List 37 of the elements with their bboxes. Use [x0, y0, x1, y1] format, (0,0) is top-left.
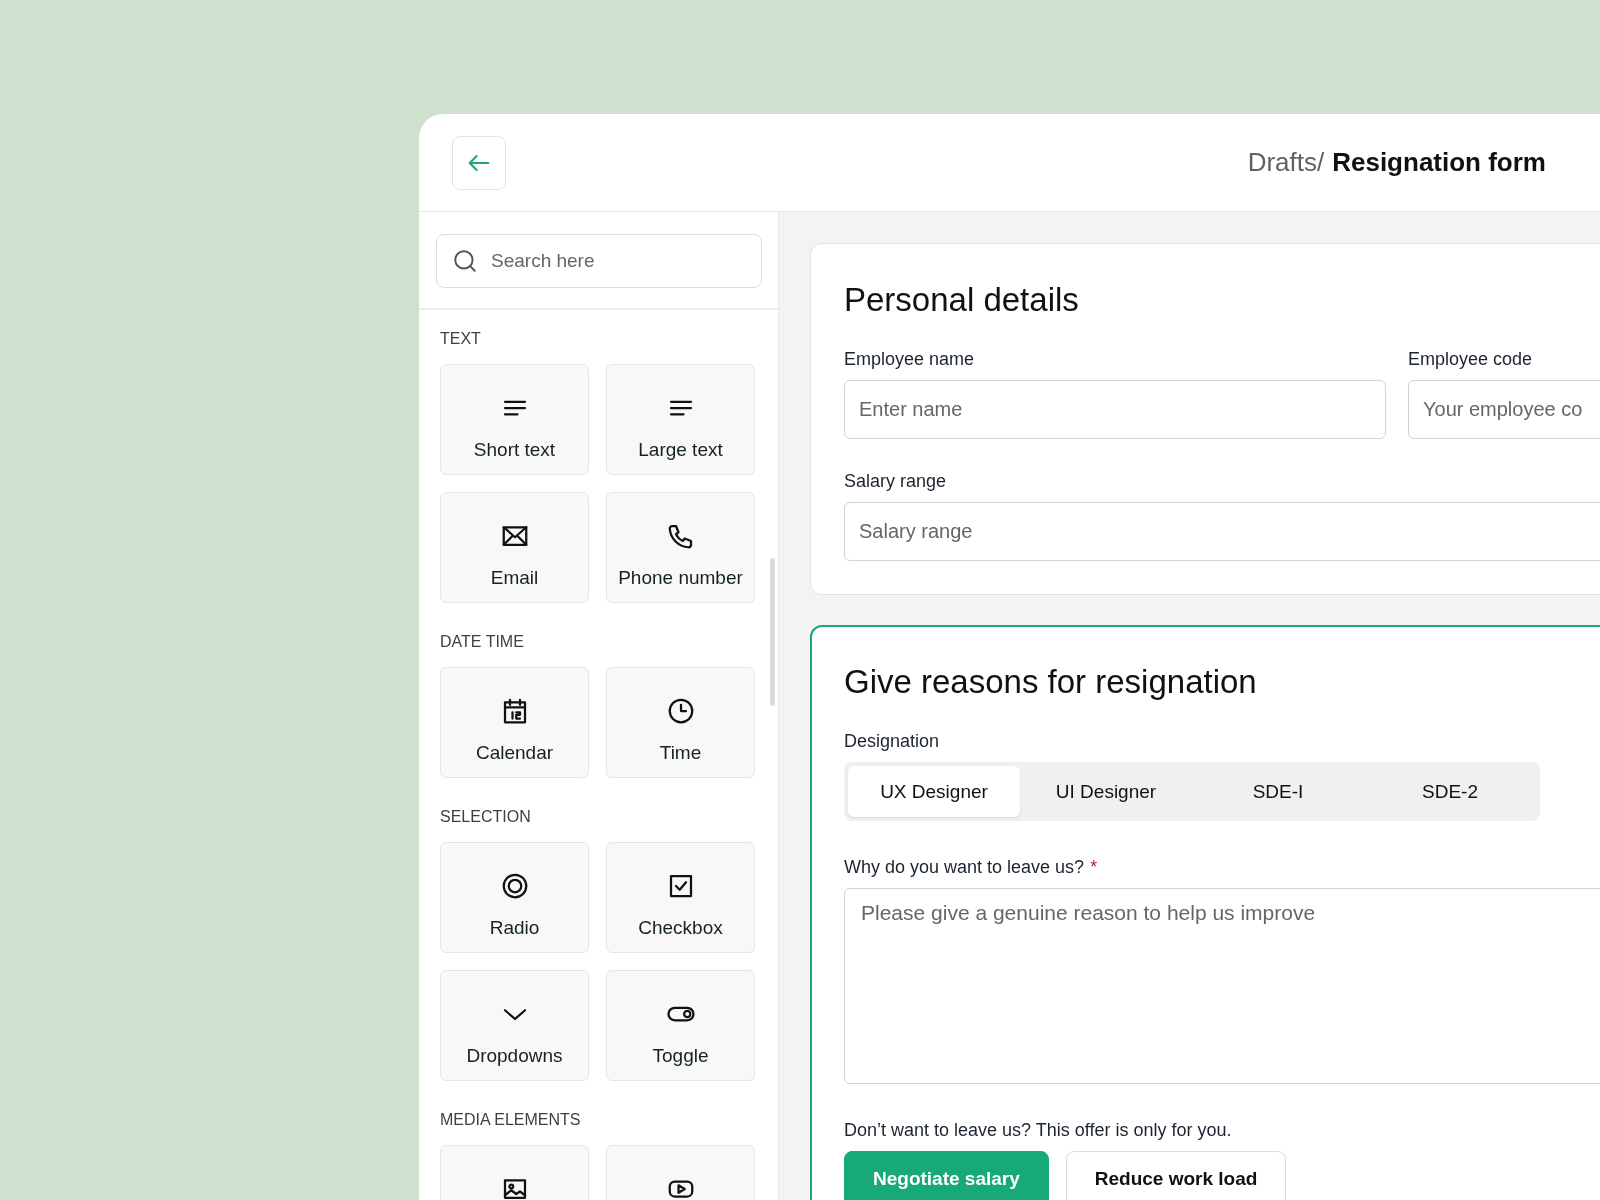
- field-label: Salary range: [844, 471, 948, 492]
- back-button[interactable]: [452, 135, 506, 190]
- field-type-tile[interactable]: Phone number: [606, 492, 755, 603]
- field-type-tile[interactable]: Email: [440, 492, 589, 603]
- segment-tab[interactable]: SDE-I: [1192, 766, 1364, 817]
- offer-text: Don’t want to leave us? This offer is only for you.: [844, 1120, 1233, 1141]
- page-title: Resignation form: [1332, 147, 1546, 178]
- field-label: Designation: [844, 731, 941, 752]
- section-heading: DATE TIME: [440, 633, 525, 651]
- field-label: Employee code: [1408, 349, 1534, 370]
- text-input[interactable]: Your employee co: [1408, 380, 1600, 439]
- required-mark: *: [1090, 857, 1098, 878]
- field-type-tile[interactable]: Time: [606, 667, 755, 778]
- segment-tab[interactable]: SDE-2: [1364, 766, 1536, 817]
- segment-tab[interactable]: UX Designer: [848, 766, 1020, 817]
- field-type-tile[interactable]: Checkbox: [606, 842, 755, 953]
- reason-textarea[interactable]: Please give a genuine reason to help us improve: [844, 888, 1600, 1084]
- field-type-tile[interactable]: Large text: [606, 364, 755, 475]
- field-type-tile[interactable]: Short text: [440, 364, 589, 475]
- field-label: Employee name: [844, 349, 976, 370]
- field-type-tile[interactable]: Radio: [440, 842, 589, 953]
- text-input[interactable]: Enter name: [844, 380, 1386, 439]
- search-field[interactable]: Search here: [436, 234, 762, 288]
- card-title: Personal details: [844, 281, 1080, 319]
- breadcrumb-link[interactable]: Drafts/: [1247, 147, 1325, 178]
- section-heading: SELECTION: [440, 808, 532, 826]
- card-title: Give reasons for resignation: [844, 663, 1258, 701]
- scrollbar-thumb[interactable]: [770, 558, 775, 706]
- section-heading: MEDIA ELEMENTS: [440, 1111, 582, 1129]
- field-type-tile[interactable]: Toggle: [606, 970, 755, 1081]
- text-input[interactable]: Salary range: [844, 502, 1600, 561]
- offer-button[interactable]: Reduce work load: [1065, 1151, 1287, 1200]
- field-label: Why do you want to leave us?: [844, 857, 1085, 878]
- segment-tab[interactable]: UI Designer: [1020, 766, 1192, 817]
- field-type-tile[interactable]: Dropdowns: [440, 970, 589, 1081]
- field-type-tile[interactable]: Calendar: [440, 667, 589, 778]
- section-heading: TEXT: [440, 330, 482, 348]
